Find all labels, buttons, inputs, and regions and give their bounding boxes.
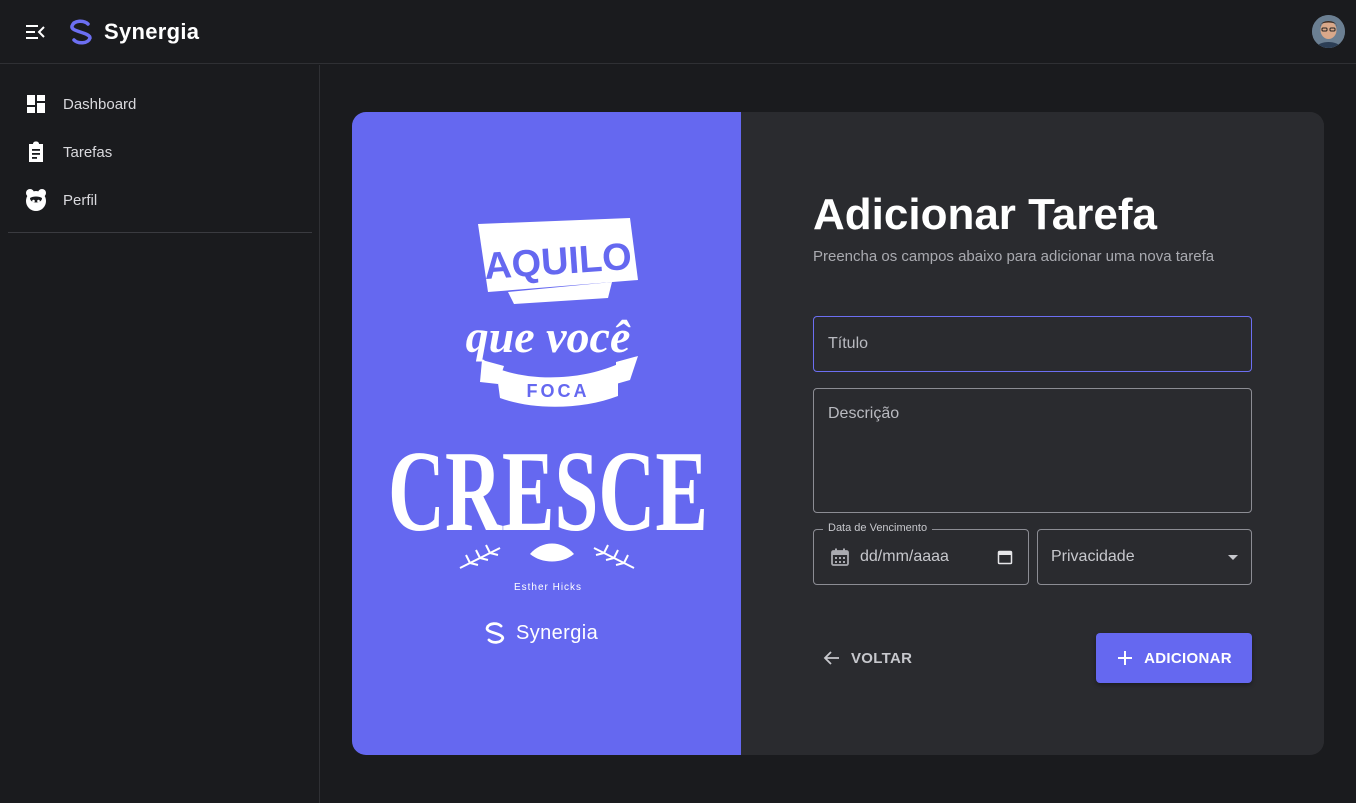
- quote-line-que-voce: que você: [466, 311, 631, 362]
- poster-panel: AQUILO que você FOCA CRESCE Esther Hicks…: [352, 112, 741, 755]
- dashboard-icon: [27, 95, 45, 113]
- add-task-form: Adicionar Tarefa Preencha os campos abai…: [741, 112, 1324, 755]
- arrow-left-icon: [823, 651, 839, 665]
- synergia-logo-icon: [70, 19, 92, 45]
- user-avatar[interactable]: [1312, 15, 1345, 48]
- brand-name: Synergia: [104, 19, 200, 44]
- sidebar-item-label: Dashboard: [63, 95, 137, 113]
- description-field[interactable]: [813, 388, 1252, 513]
- due-date-field[interactable]: Data de Vencimento dd/mm/aaaa: [813, 522, 1029, 585]
- date-picker-icon[interactable]: [997, 549, 1013, 565]
- sidebar-item-label: Perfil: [63, 191, 98, 209]
- sidebar-item-dashboard[interactable]: Dashboard: [8, 82, 312, 126]
- back-button[interactable]: VOLTAR: [813, 633, 923, 683]
- motivational-quote-poster: AQUILO que você FOCA CRESCE Esther Hicks: [388, 218, 708, 593]
- back-button-label: VOLTAR: [851, 649, 913, 667]
- face-icon: [26, 189, 46, 211]
- privacy-select-label: Privacidade: [1051, 548, 1135, 565]
- poster-brand-name: Synergia: [516, 621, 599, 644]
- synergia-logo-icon: [485, 622, 505, 644]
- sidebar-item-perfil[interactable]: Perfil: [8, 178, 312, 222]
- add-task-card: AQUILO que você FOCA CRESCE Esther Hicks…: [352, 112, 1324, 755]
- quote-line-cresce: CRESCE: [388, 428, 708, 556]
- page-title: Adicionar Tarefa: [813, 190, 1157, 239]
- title-input[interactable]: [828, 335, 1237, 353]
- sidebar-item-tarefas[interactable]: Tarefas: [8, 130, 312, 174]
- chevron-down-icon: [1228, 555, 1238, 560]
- calendar-icon: [831, 548, 849, 566]
- clipboard-icon: [29, 141, 43, 162]
- sidebar: Dashboard Tarefas Perfil: [0, 65, 320, 803]
- menu-collapse-icon[interactable]: [24, 22, 46, 42]
- quote-line-foca: FOCA: [527, 381, 590, 401]
- poster-brand: Synergia: [482, 620, 598, 646]
- add-task-button[interactable]: ADICIONAR: [1096, 633, 1252, 683]
- page-subtitle: Preencha os campos abaixo para adicionar…: [813, 248, 1215, 265]
- sidebar-item-label: Tarefas: [63, 143, 113, 161]
- privacy-select[interactable]: Privacidade: [1037, 529, 1252, 585]
- due-date-label: Data de Vencimento: [823, 522, 933, 534]
- brand[interactable]: Synergia: [66, 17, 199, 47]
- add-task-button-label: ADICIONAR: [1144, 649, 1232, 667]
- plus-icon: [1118, 651, 1133, 665]
- title-field[interactable]: [813, 316, 1252, 372]
- due-date-value[interactable]: dd/mm/aaaa: [860, 548, 949, 566]
- top-app-bar: Synergia: [0, 0, 1356, 64]
- quote-author: Esther Hicks: [514, 582, 582, 593]
- sidebar-divider: [8, 232, 312, 233]
- description-input[interactable]: [828, 405, 1237, 495]
